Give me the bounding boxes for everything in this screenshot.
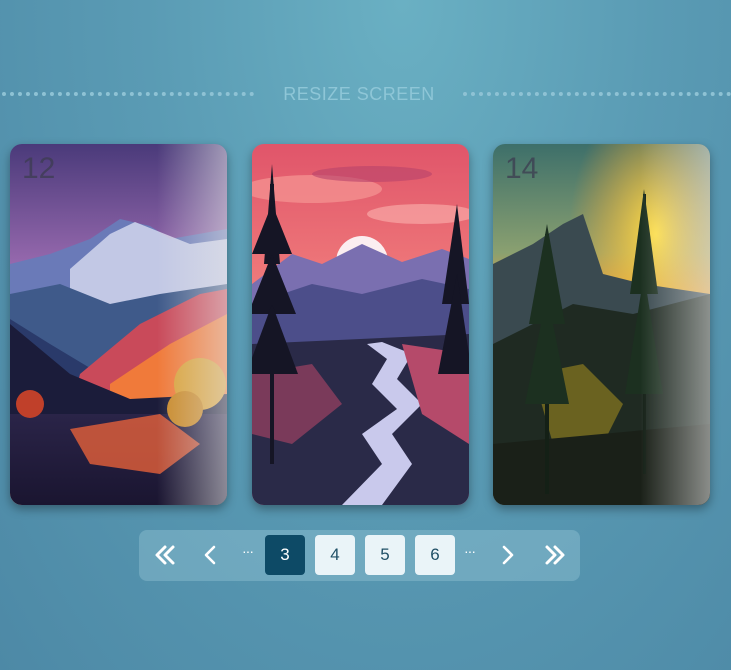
card-fade-overlay <box>157 144 227 505</box>
card-number: 14 <box>505 152 539 185</box>
card-number: 12 <box>22 152 56 185</box>
chevron-left-icon <box>204 545 216 565</box>
chevron-right-icon <box>502 545 514 565</box>
pagination: ··· 3 4 5 6 ··· <box>139 530 580 581</box>
page-3-button[interactable]: 3 <box>265 535 305 575</box>
section-title: RESIZE SCREEN <box>283 84 435 104</box>
first-page-button[interactable] <box>145 535 185 575</box>
last-page-button[interactable] <box>535 535 575 575</box>
next-page-button[interactable] <box>487 535 527 575</box>
dotted-divider-right <box>463 92 731 96</box>
page-4-button[interactable]: 4 <box>315 535 355 575</box>
prev-page-button[interactable] <box>191 535 231 575</box>
slide-card-12[interactable]: 12 <box>10 144 227 505</box>
river-valley-image <box>252 144 469 505</box>
double-chevron-left-icon <box>155 545 175 565</box>
slide-card-14[interactable]: 14 <box>493 144 710 505</box>
ellipsis-right: ··· <box>464 543 476 559</box>
ellipsis-left: ··· <box>242 543 254 559</box>
slide-card-13[interactable] <box>252 144 469 505</box>
page-6-button[interactable]: 6 <box>415 535 455 575</box>
section-header: RESIZE SCREEN <box>0 82 731 106</box>
page-5-button[interactable]: 5 <box>365 535 405 575</box>
dotted-divider-left <box>2 92 254 96</box>
double-chevron-right-icon <box>545 545 565 565</box>
card-fade-overlay <box>640 144 710 505</box>
